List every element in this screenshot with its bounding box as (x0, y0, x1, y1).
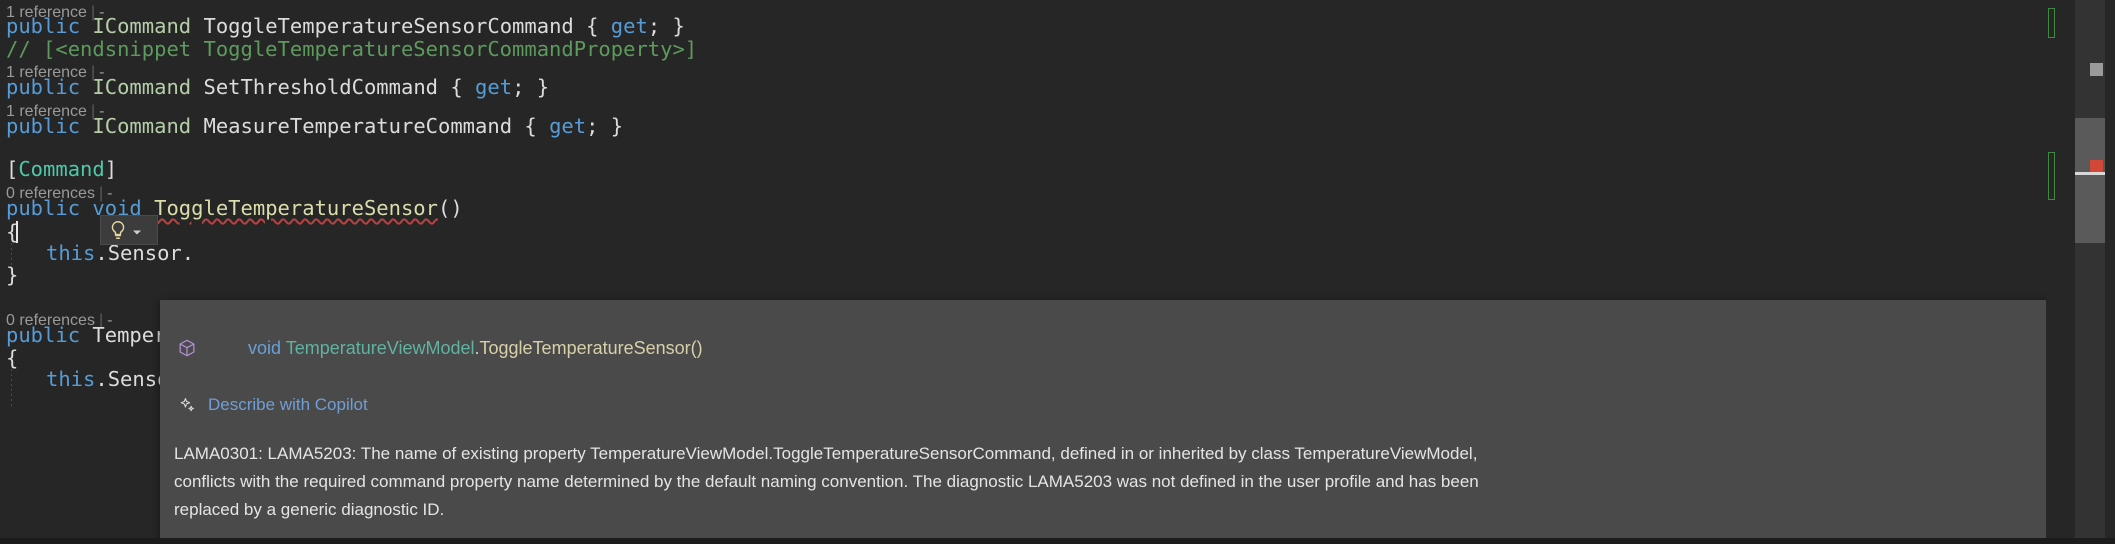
code-token: { (6, 346, 19, 370)
code-token: this (46, 367, 96, 391)
lightbulb-icon (107, 219, 129, 241)
code-token: ] (104, 157, 118, 181)
code-token: ICommand (92, 75, 192, 99)
error-quick-info-tooltip: void TemperatureViewModel.ToggleTemperat… (160, 300, 2055, 544)
editor-scroll-margin (2046, 0, 2115, 544)
describe-with-copilot-action[interactable]: Describe with Copilot (160, 388, 2055, 426)
code-line-line-attr-command: [Command] (6, 156, 117, 182)
code-token: ICommand (92, 114, 192, 138)
code-editor-window: 1 reference | - public ICommand ToggleTempe… (0, 0, 2115, 544)
text-caret (16, 221, 18, 243)
code-token: public (6, 14, 81, 38)
change-marker-middle (2048, 152, 2055, 200)
code-token: ICommand (92, 14, 192, 38)
code-line-line-toggle-method: public void ToggleTemperatureSensor() (6, 195, 463, 221)
diagnostic-message-text: LAMA0301: LAMA5203: The name of existing… (174, 444, 1479, 519)
signature-member-name: ToggleTemperatureSensor() (479, 338, 703, 358)
code-token: public (6, 323, 81, 347)
code-token: get (475, 75, 513, 99)
code-token: MeasureTemperatureCommand (203, 114, 513, 138)
caret-position-marker (2075, 172, 2105, 175)
vertical-scrollbar-track[interactable] (2075, 0, 2105, 544)
code-token: ; } (586, 114, 624, 138)
code-token: Command (18, 157, 105, 181)
copilot-sparkle-icon (174, 396, 200, 415)
editor-bottom-edge (0, 538, 2115, 544)
code-token: } (6, 263, 19, 287)
code-line-line-endsnippet: // [<endsnippet ToggleTemperatureSensorC… (6, 36, 697, 62)
code-token: ; } (512, 75, 550, 99)
quick-actions-lightbulb-button[interactable] (100, 215, 158, 245)
method-cube-icon (174, 338, 200, 358)
code-token: public (6, 196, 81, 220)
code-token: [ (6, 157, 19, 181)
code-token: public (6, 114, 81, 138)
code-line-line-setthreshold: public ICommand SetThresholdCommand { ge… (6, 74, 549, 100)
signature-return-type: void (248, 338, 282, 358)
change-marker-top (2048, 8, 2055, 38)
code-token: SetThresholdCommand (203, 75, 439, 99)
code-token: { (512, 114, 550, 138)
code-token: get (610, 14, 648, 38)
code-token: () (438, 196, 463, 220)
code-token: // [<endsnippet ToggleTemperatureSensorC… (6, 37, 698, 61)
code-token: public (6, 75, 81, 99)
tooltip-signature-text: void TemperatureViewModel.ToggleTemperat… (208, 312, 703, 384)
describe-with-copilot-label[interactable]: Describe with Copilot (208, 394, 368, 416)
code-token: { (573, 14, 611, 38)
code-token: { (438, 75, 476, 99)
signature-class-name: TemperatureViewModel (285, 338, 475, 358)
tooltip-signature-row: void TemperatureViewModel.ToggleTemperat… (160, 300, 2055, 388)
code-token: ToggleTemperatureSensor (154, 196, 438, 220)
code-token: get (549, 114, 587, 138)
vertical-scrollbar-thumb[interactable] (2075, 118, 2105, 243)
chevron-down-icon[interactable] (131, 223, 145, 237)
code-token: ToggleTemperatureSensorCommand (203, 14, 574, 38)
info-marker (2090, 63, 2103, 76)
code-line-line-close-brace-1: } (6, 262, 18, 288)
code-line-line-open-brace-2: { (6, 345, 18, 371)
code-line-line-measure: public ICommand MeasureTemperatureComman… (6, 113, 623, 139)
code-token: this (46, 241, 96, 265)
code-token: ; } (647, 14, 685, 38)
